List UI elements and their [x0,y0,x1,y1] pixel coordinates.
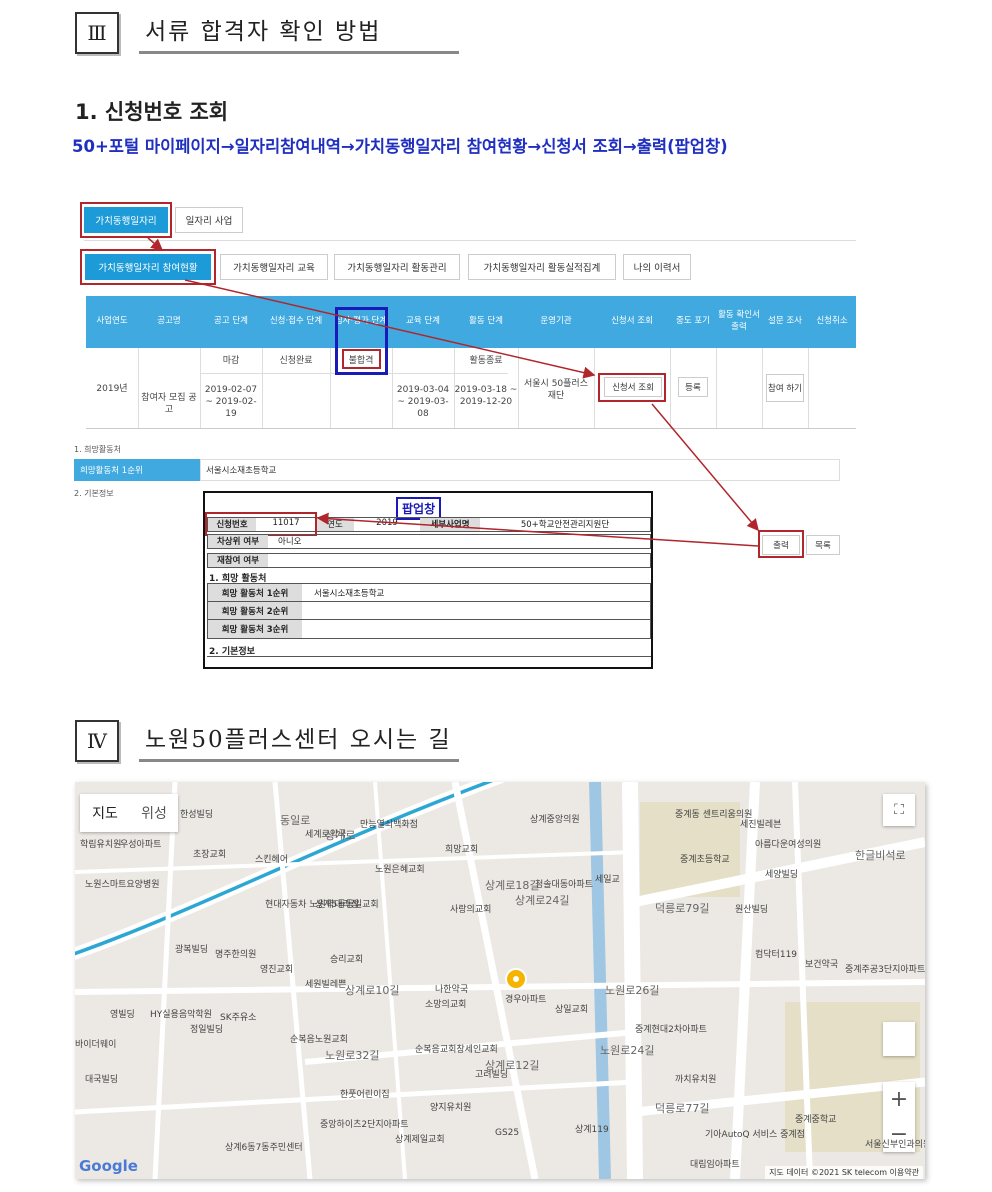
map-place-label: 세양빌딩 [765,870,799,880]
map-place-label: 양지유치원 [430,1103,472,1113]
map-road-label: 상계로10길 [345,984,400,997]
map[interactable]: 지도 위성 ⛶ + − Google 지도 데이터 ©2021 SK telec… [75,782,925,1179]
map-place-label: 노원은혜교회 [375,865,425,875]
section-4-header: Ⅳ 노원50플러스센터 오시는 길 [75,720,459,762]
arrow [651,403,759,532]
map-place-label: 스킨헤어 [255,855,289,865]
map-place-label: 순복음노원교회 [290,1035,348,1045]
map-road-label: 덕릉로77길 [655,1102,710,1115]
map-place-label: 명주한의원 [215,950,257,960]
map-place-label: 중계현대2차아파트 [635,1025,707,1035]
map-road-label: 노원로26길 [605,984,660,997]
map-place-label: 상계119 [575,1125,609,1135]
map-place-label: 한성빌딩 [180,810,214,820]
map-place-label: 중계주공3단지아파트 [845,965,925,975]
map-place-label: HY실용음악학원 [150,1010,212,1020]
map-place-label: 상계제일교회 [395,1135,445,1145]
map-place-label: 정일빌딩 [190,1025,224,1035]
map-place-label: 노원스마트요양병원 [85,880,160,890]
map-place-label: 상계5동동일교회 [315,900,379,910]
map-road-label: 덕릉로79길 [655,902,710,915]
map-place-label: 아름다운여성의원 [755,840,822,850]
map-place-label: 청솔대동아파트 [535,880,593,890]
map-place-label: 까치유치원 [675,1075,717,1085]
map-place-label: 원산빌딩 [735,905,769,915]
map-place-label: 사랑의교회 [450,905,492,915]
map-place-label: 경우아파트 [505,995,547,1005]
map-place-label: 중계중학교 [795,1115,837,1125]
map-place-label: 세진빌레븐 [740,820,782,830]
map-place-label: 순복음교회창세인교회 [415,1045,498,1055]
map-place-label: 보건약국 [805,960,839,970]
map-place-label: GS25 [495,1128,520,1138]
map-place-label: 기아AutoQ 서비스 중계점 [705,1130,805,1140]
map-place-label: 상계6동7동주민센터 [225,1143,303,1153]
map-place-label: 중계초등학교 [680,855,730,865]
map-road-label: 동일로 [280,814,311,827]
arrow [147,237,164,251]
map-place-label: 서울신부인과의원 [865,1140,925,1150]
map-type-button[interactable]: 지도 [80,794,130,832]
map-place-label: 컴닥터119 [755,950,798,960]
arrow [184,279,596,379]
map-place-label: 세일교 [595,875,620,885]
google-logo: Google [79,1157,138,1175]
map-place-label: 세원빌레쁜 [305,980,347,990]
map-road-label: 노원로32길 [325,1049,380,1062]
map-place-label: 초장교회 [193,850,227,860]
map-road-label: 상계로12길 [485,1059,540,1072]
map-place-label: 희망교회 [445,845,479,855]
section-title: 노원50플러스센터 오시는 길 [139,720,459,762]
street-view-icon[interactable] [883,1022,915,1056]
arrow [316,512,759,547]
section-number: Ⅳ [75,720,119,762]
map-place-label: 광복빌딩 [175,945,209,955]
map-place-label: 학림유치원 [80,840,122,850]
map-place-label: 소망의교회 [425,1000,467,1010]
map-road-label: 상계로 [325,829,356,842]
map-place-label: 바이더웨이 [75,1040,117,1050]
map-place-label: 중앙하이츠2단지아파트 [320,1120,409,1130]
satellite-type-button[interactable]: 위성 [130,794,178,832]
map-road-label: 한글비석로 [855,849,906,862]
map-place-label: 승리교회 [330,955,364,965]
map-place-label: 한풋어린이집 [340,1090,390,1100]
map-place-label: 상계중앙의원 [530,815,580,825]
map-place-label: 상일교회 [555,1005,589,1015]
map-place-label: 만능열쇠백화점 [360,820,418,830]
map-place-label: 대림임아파트 [690,1160,740,1170]
map-place-label: 나한약국 [435,985,469,995]
map-place-label: 우성아파트 [120,840,162,850]
map-place-label: 영진교회 [260,965,294,975]
map-road-label: 상계로18길 [485,879,540,892]
map-place-label: 대국빌딩 [85,1075,119,1085]
fullscreen-icon[interactable]: ⛶ [883,794,915,826]
map-road-label: 노원로24길 [600,1044,655,1057]
map-place-label: 영빌딩 [110,1010,135,1020]
map-road-label: 상계로24길 [515,894,570,907]
zoom-in-button[interactable]: + [883,1082,915,1117]
map-attribution[interactable]: 지도 데이터 ©2021 SK telecom 이용약관 [765,1166,923,1179]
map-place-label: SK주유소 [220,1013,257,1023]
annotation-arrows [147,237,759,547]
